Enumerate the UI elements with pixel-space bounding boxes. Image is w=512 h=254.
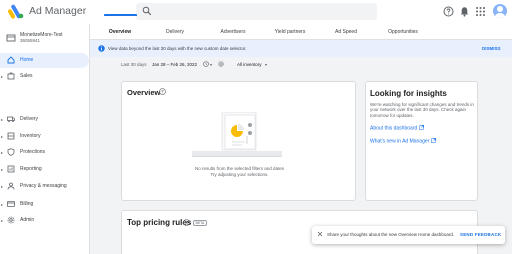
insights-title: Looking for insights: [370, 89, 447, 98]
inventory-icon: [7, 132, 15, 140]
expand-arrow-icon: ▸: [1, 167, 4, 172]
sidebar-item-label: Admin: [20, 217, 35, 223]
open-in-new-icon: [431, 138, 437, 143]
tab-yield-partners[interactable]: Yield partners: [275, 29, 306, 35]
search-icon: [142, 6, 152, 16]
sidebar-item-label: Privacy & messaging: [20, 183, 67, 189]
sidebar-item-label: Inventory: [20, 133, 41, 139]
insights-description: We're watching for significant changes a…: [370, 102, 474, 118]
banner-text: View data beyond the last 30 days with t…: [108, 46, 247, 51]
network-icon: [6, 34, 16, 42]
tab-overview[interactable]: Overview: [109, 29, 131, 35]
snackbar-message: Share your thoughts about the new Overvi…: [327, 232, 455, 237]
calendar-icon[interactable]: [203, 61, 209, 67]
help-icon[interactable]: [183, 219, 190, 226]
shield-icon: [7, 148, 15, 156]
feedback-snackbar: Share your thoughts about the new Overvi…: [312, 226, 505, 244]
info-icon: [98, 45, 105, 52]
empty-state-illustration: [192, 112, 282, 157]
billing-icon: [7, 201, 15, 207]
avatar[interactable]: [493, 4, 507, 18]
sidebar-item-label: Reporting: [20, 166, 42, 172]
chevron-down-icon[interactable]: ▾: [265, 62, 267, 67]
beta-badge: BETA: [193, 220, 207, 226]
date-range-label: Last 30 days: [121, 62, 147, 67]
sidebar-item-billing[interactable]: ▸ Billing: [0, 197, 89, 212]
empty-state-text: No results from the selected filters and…: [194, 166, 285, 171]
expand-arrow-icon: ▸: [1, 74, 4, 79]
notifications-icon[interactable]: [459, 6, 470, 17]
tab-ad-speed[interactable]: Ad Speed: [335, 29, 357, 35]
sidebar-item-home[interactable]: Home: [0, 53, 89, 68]
expand-arrow-icon: ▸: [1, 218, 4, 223]
sidebar-item-privacy[interactable]: ▸ Privacy & messaging: [0, 179, 89, 194]
open-in-new-icon: [419, 125, 425, 130]
send-feedback-button[interactable]: SEND FEEDBACK: [460, 232, 501, 237]
expand-arrow-icon: ▸: [1, 202, 4, 207]
overview-title: Overview: [127, 88, 161, 97]
insights-card: Looking for insights We're watching for …: [365, 81, 478, 201]
active-tab-indicator: [104, 14, 137, 16]
help-icon[interactable]: [443, 6, 454, 17]
ad-manager-logo[interactable]: [8, 3, 24, 19]
apps-icon[interactable]: [475, 6, 486, 17]
sidebar-item-label: Delivery: [20, 116, 39, 122]
link-label: About this dashboard: [370, 125, 418, 132]
top-app-bar: Ad Manager: [0, 0, 512, 24]
tab-advertisers[interactable]: Advertisers: [220, 29, 245, 35]
privacy-icon: [7, 182, 15, 190]
search-input[interactable]: [136, 3, 377, 20]
help-icon[interactable]: [159, 88, 166, 95]
close-icon[interactable]: [317, 231, 323, 237]
network-id: 36055941: [20, 38, 41, 43]
sidebar-item-inventory[interactable]: ▸ Inventory: [0, 129, 89, 144]
home-icon: [7, 56, 15, 64]
pricing-title: Top pricing rules: [127, 218, 192, 227]
admin-icon: [7, 216, 15, 224]
sidebar-item-label: Sales: [20, 73, 33, 79]
expand-arrow-icon: ▸: [1, 117, 4, 122]
app-title: Ad Manager: [29, 5, 87, 17]
sidebar: MonetizeMore-Test 36055941 Home ▸ Sales …: [0, 24, 90, 254]
tab-opportunities[interactable]: Opportunities: [388, 29, 418, 35]
about-dashboard-link[interactable]: About this dashboard: [370, 125, 425, 132]
link-label: What's new in Ad Manager: [370, 138, 430, 145]
compare-icon[interactable]: [218, 61, 224, 67]
whats-new-link[interactable]: What's new in Ad Manager: [370, 138, 437, 145]
expand-arrow-icon: ▸: [1, 134, 4, 139]
expand-arrow-icon: ▸: [1, 184, 4, 189]
sidebar-item-label: Billing: [20, 201, 34, 207]
overview-card: Overview No results from the selected fi…: [121, 81, 356, 201]
expand-arrow-icon: ▸: [1, 150, 4, 155]
info-banner: View data beyond the last 30 days with t…: [90, 40, 512, 57]
empty-state-hint: Try adjusting your selections.: [210, 172, 269, 177]
date-range-selector[interactable]: Jan 28 – Feb 26, 2022: [152, 62, 197, 67]
sidebar-item-protections[interactable]: ▸ Protections: [0, 145, 89, 160]
chevron-down-icon[interactable]: ▾: [210, 62, 212, 67]
sales-icon: [7, 72, 15, 80]
sidebar-item-delivery[interactable]: ▸ Delivery: [0, 112, 89, 127]
sidebar-item-admin[interactable]: ▸ Admin: [0, 213, 89, 228]
delivery-icon: [7, 116, 15, 123]
sidebar-item-reporting[interactable]: ▸ Reporting: [0, 162, 89, 177]
dismiss-button[interactable]: DISMISS: [482, 46, 501, 51]
tab-bar: Overview Delivery Advertisers Yield part…: [90, 24, 512, 40]
sidebar-item-label: Protections: [20, 149, 46, 155]
reporting-icon: [7, 165, 15, 173]
inventory-filter[interactable]: All inventory: [237, 62, 262, 67]
tab-delivery[interactable]: Delivery: [166, 29, 184, 35]
sidebar-item-sales[interactable]: ▸ Sales: [0, 69, 89, 84]
sidebar-item-label: Home: [20, 57, 34, 63]
